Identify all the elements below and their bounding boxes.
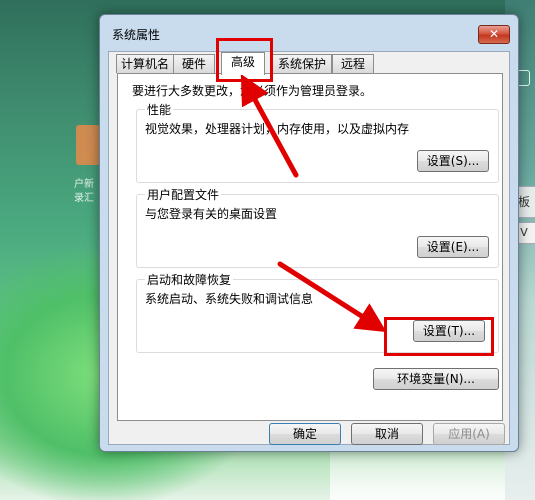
arrow-to-startup-settings xyxy=(277,261,387,333)
tab-advanced[interactable]: 高级 xyxy=(221,52,265,75)
annotation-arrows xyxy=(240,73,387,333)
arrow-to-advanced-tab xyxy=(240,73,299,178)
